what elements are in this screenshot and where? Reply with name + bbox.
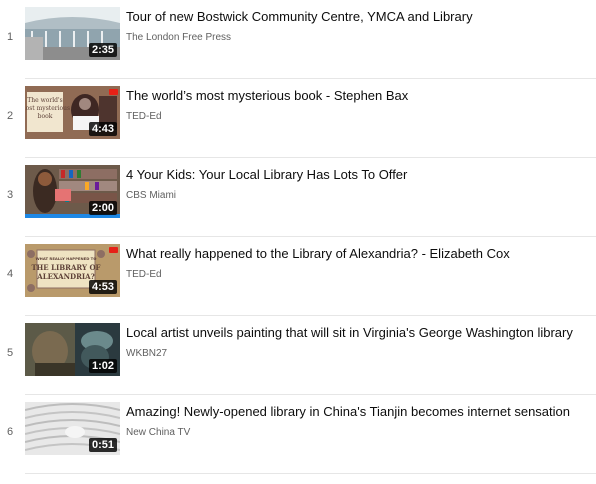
channel-name[interactable]: TED-Ed (126, 268, 162, 282)
video-thumbnail[interactable]: WHAT REALLY HAPPENED TO THE LIBRARY OF A… (25, 244, 120, 297)
video-title[interactable]: Amazing! Newly-opened library in China's… (126, 404, 592, 420)
svg-text:THE LIBRARY OF: THE LIBRARY OF (31, 263, 100, 272)
item-index: 2 (6, 110, 14, 122)
video-playlist: 1 2:35 Tour of new Bostwick Community Ce… (0, 0, 596, 484)
ted-logo-icon (109, 89, 118, 95)
video-duration: 2:35 (88, 43, 117, 57)
playlist-item[interactable]: 4 WHAT REALLY HAPPENED TO THE LIBRARY OF… (0, 237, 596, 316)
video-duration: 0:51 (88, 438, 117, 452)
video-thumbnail[interactable]: The world's most mysterious book 4:43 (25, 86, 120, 139)
video-duration: 4:43 (88, 122, 117, 136)
video-thumbnail[interactable]: 2:00 (25, 165, 120, 218)
item-index: 3 (6, 189, 14, 201)
item-index: 6 (6, 426, 14, 438)
ted-logo-icon (109, 247, 118, 253)
svg-text:ALEXANDRIA?: ALEXANDRIA? (36, 272, 94, 281)
video-title[interactable]: What really happened to the Library of A… (126, 246, 592, 262)
playlist-item[interactable]: 3 2:00 4 Your Kids: Your Local Library H (0, 158, 596, 237)
video-title[interactable]: The world’s most mysterious book - Steph… (126, 88, 592, 104)
thumbnail-caption: WHAT REALLY HAPPENED TO (35, 256, 97, 261)
channel-name[interactable]: New China TV (126, 426, 190, 440)
svg-text:most mysterious: most mysterious (25, 105, 70, 112)
playlist-item[interactable]: 6 0:51 Amazing! Newly-opened library in … (0, 395, 596, 474)
item-index: 4 (6, 268, 14, 280)
divider (25, 473, 596, 474)
video-thumbnail[interactable]: 1:02 (25, 323, 120, 376)
playlist-item[interactable]: 2 The world's most mysterious book 4:43 … (0, 79, 596, 158)
playlist-item[interactable]: 5 1:02 Local artist unveils painting tha… (0, 316, 596, 395)
playlist-item[interactable]: 1 2:35 Tour of new Bostwick Community Ce… (0, 0, 596, 79)
video-title[interactable]: 4 Your Kids: Your Local Library Has Lots… (126, 167, 592, 183)
channel-name[interactable]: WKBN27 (126, 347, 167, 361)
video-title[interactable]: Local artist unveils painting that will … (126, 325, 592, 341)
item-index: 1 (6, 31, 14, 43)
channel-name[interactable]: TED-Ed (126, 110, 162, 124)
video-thumbnail[interactable]: 2:35 (25, 7, 120, 60)
thumbnail-caption: The world's (27, 97, 62, 104)
video-thumbnail[interactable]: 0:51 (25, 402, 120, 455)
channel-name[interactable]: The London Free Press (126, 31, 231, 45)
item-index: 5 (6, 347, 14, 359)
channel-name[interactable]: CBS Miami (126, 189, 176, 203)
video-title[interactable]: Tour of new Bostwick Community Centre, Y… (126, 9, 592, 25)
video-duration: 1:02 (88, 359, 117, 373)
video-duration: 4:53 (88, 280, 117, 294)
video-duration: 2:00 (88, 201, 117, 215)
svg-text:book: book (38, 113, 53, 120)
